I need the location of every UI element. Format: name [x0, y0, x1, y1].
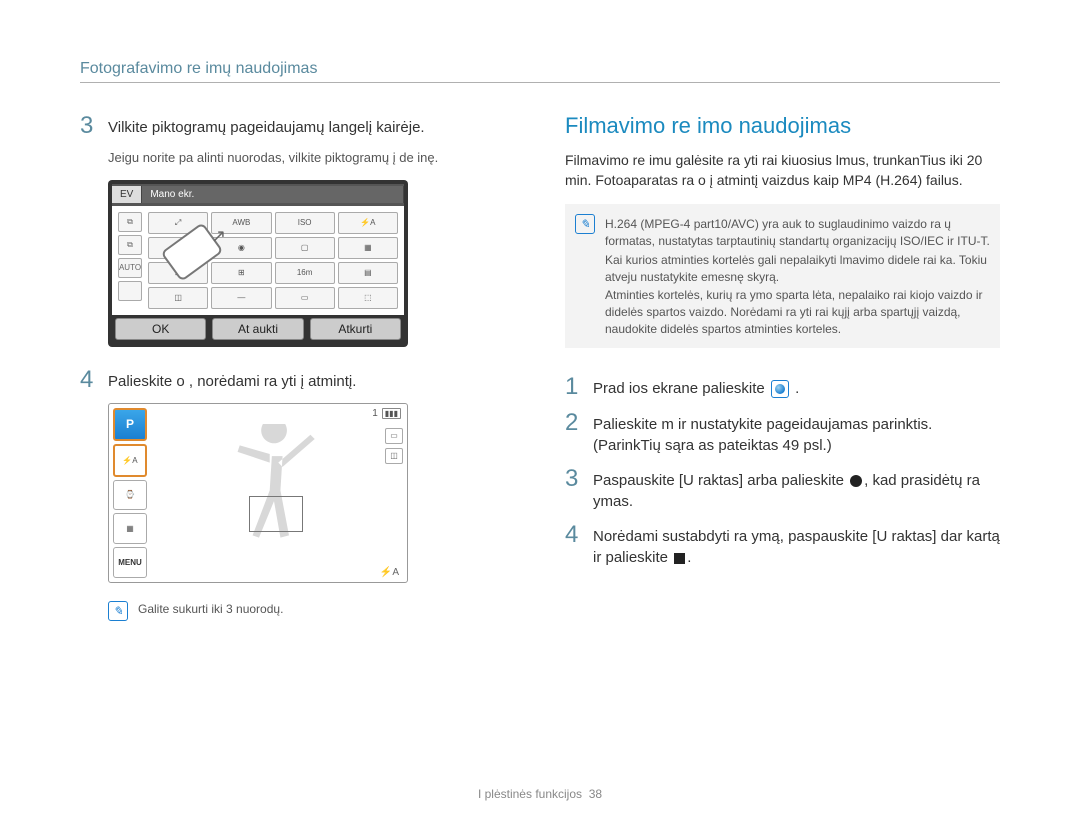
step-text: Paspauskite [U raktas] arba palieskite ,… [593, 466, 1000, 512]
r-step-4: 4 Norėdami sustabdyti ra ymą, paspauskit… [565, 522, 1000, 568]
step-num: 3 [80, 113, 98, 139]
grid-icon[interactable]: ⬚ [338, 287, 398, 309]
step-num: 3 [565, 466, 583, 512]
step-3-sub: Jeigu norite pa alinti nuorodas, vilkite… [108, 149, 515, 167]
ok-button[interactable]: OK [115, 318, 206, 340]
status-bar: 1 ▮▮▮ [372, 408, 401, 419]
timer-button[interactable]: ⌚ [113, 480, 147, 511]
gallery-icon[interactable]: ◫ [385, 448, 403, 464]
grid-icon[interactable]: ▦ [338, 237, 398, 259]
grid-icon[interactable]: ISO [275, 212, 335, 234]
step-num: 4 [80, 367, 98, 393]
flash-button[interactable]: ⚡A [113, 444, 147, 477]
display-toggle-icon[interactable]: ▭ [385, 428, 403, 444]
shot-count: 1 [372, 408, 378, 419]
menu-button[interactable]: MENU [113, 547, 147, 578]
step-text: Vilkite piktogramų pageidaujamų langelį … [108, 113, 425, 139]
info-line: H.264 (MPEG-4 part10/AVC) yra auk to sug… [605, 216, 990, 250]
mode-p-button[interactable]: P [113, 408, 147, 441]
step-text: Palieskite o , norėdami ra yti į atmintį… [108, 367, 356, 393]
tab-ev[interactable]: EV [112, 186, 142, 203]
grid-icon[interactable]: AWB [211, 212, 271, 234]
flash-indicator: ⚡A [380, 567, 399, 578]
grid-icon[interactable]: ▭ [275, 287, 335, 309]
screen-preview: P ⚡A ⌚ ▦ MENU 1 ▮▮▮ ▭ ◫ [108, 403, 408, 583]
grid-icon[interactable]: 16m [275, 262, 335, 284]
step-3: 3 Vilkite piktogramų pageidaujamų langel… [80, 113, 515, 139]
tab-mano[interactable]: Mano ekr. [142, 186, 404, 203]
r-step-2: 2 Palieskite m ir nustatykite pageidauja… [565, 410, 1000, 456]
screen-tabs: EV Mano ekr. [112, 184, 404, 206]
grid-icon[interactable]: ⚡A [338, 212, 398, 234]
record-dot-icon[interactable] [850, 475, 862, 487]
step-text: Prad ios ekrane palieskite . [593, 374, 799, 400]
r-step-3: 3 Paspauskite [U raktas] arba palieskite… [565, 466, 1000, 512]
focus-rectangle [249, 496, 303, 532]
left-slot[interactable]: ⧉ [118, 235, 142, 255]
battery-icon: ▮▮▮ [382, 408, 401, 419]
grid-icon[interactable]: ◫ [148, 287, 208, 309]
step-num: 4 [565, 522, 583, 568]
focus-mode-button[interactable]: ▦ [113, 513, 147, 544]
grid-icon[interactable]: ⊡ [148, 262, 208, 284]
note: ✎ Galite sukurti iki 3 nuorodų. [108, 601, 515, 621]
section-intro: Filmavimo re imu galėsite ra yti rai kiu… [565, 151, 1000, 190]
left-column: 3 Vilkite piktogramų pageidaujamų langel… [80, 113, 515, 641]
info-icon: ✎ [575, 214, 595, 234]
section-title: Filmavimo re imo naudojimas [565, 113, 1000, 139]
camcorder-icon[interactable] [771, 380, 789, 398]
info-line: Kai kurios atminties kortelės gali nepal… [605, 252, 990, 286]
note-text: Galite sukurti iki 3 nuorodų. [138, 601, 283, 618]
step-text: Norėdami sustabdyti ra ymą, paspauskite … [593, 522, 1000, 568]
step-text: Palieskite m ir nustatykite pageidaujama… [593, 410, 1000, 456]
stop-square-icon[interactable] [674, 553, 685, 564]
info-icon: ✎ [108, 601, 128, 621]
step-num: 2 [565, 410, 583, 456]
atkurti-button[interactable]: Atkurti [310, 318, 401, 340]
grid-icon[interactable]: ◉ [211, 237, 271, 259]
grid-icon[interactable]: ▢ [275, 237, 335, 259]
step-num: 1 [565, 374, 583, 400]
grid-icon[interactable]: ⊞ [211, 262, 271, 284]
right-column: Filmavimo re imo naudojimas Filmavimo re… [565, 113, 1000, 641]
page-header: Fotografavimo re imų naudojimas [80, 60, 1000, 83]
left-slot[interactable] [118, 281, 142, 301]
r-step-1: 1 Prad ios ekrane palieskite . [565, 374, 1000, 400]
left-slot[interactable]: ⧉ [118, 212, 142, 232]
grid-icon[interactable]: ▤ [338, 262, 398, 284]
screen-mano-ekr: EV Mano ekr. ⧉ ⧉ AUTO ⤢ AWB [108, 180, 408, 347]
grid-icon[interactable]: — [211, 287, 271, 309]
step-4: 4 Palieskite o , norėdami ra yti į atmin… [80, 367, 515, 393]
info-block: ✎ H.264 (MPEG-4 part10/AVC) yra auk to s… [565, 204, 1000, 348]
ataukti-button[interactable]: At aukti [212, 318, 303, 340]
page-footer: I plėstinės funkcijos 38 [0, 787, 1080, 801]
grid-icon[interactable]: ☺ [148, 237, 208, 259]
left-slot[interactable]: AUTO [118, 258, 142, 278]
info-line: Atminties kortelės, kurių ra ymo sparta … [605, 287, 990, 337]
grid-icon[interactable]: ⤢ [148, 212, 208, 234]
